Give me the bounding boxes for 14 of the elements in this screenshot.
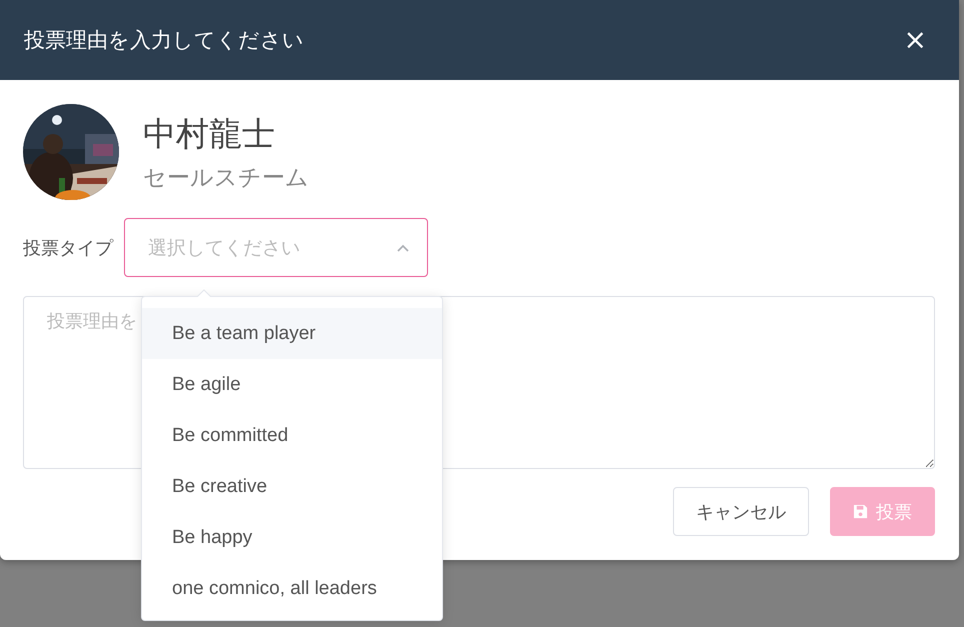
field-label: 投票タイプ: [23, 236, 113, 260]
dropdown-option[interactable]: one comnico, all leaders: [142, 563, 442, 614]
close-button[interactable]: ×: [896, 26, 935, 54]
user-name: 中村龍士: [143, 112, 276, 154]
dropdown-option[interactable]: Be creative: [142, 461, 442, 512]
save-icon: [853, 504, 868, 519]
dropdown-option[interactable]: Be committed: [142, 410, 442, 461]
cancel-button[interactable]: キャンセル: [673, 487, 809, 536]
dropdown-option[interactable]: Be happy: [142, 512, 442, 563]
dropdown-option[interactable]: Be agile: [142, 359, 442, 410]
dialog-title: 投票理由を入力してください: [24, 27, 304, 54]
team-name: セールスチーム: [143, 164, 309, 192]
dropdown-option[interactable]: Be a team player: [142, 308, 442, 359]
placeholder: 選択してください: [148, 236, 300, 260]
